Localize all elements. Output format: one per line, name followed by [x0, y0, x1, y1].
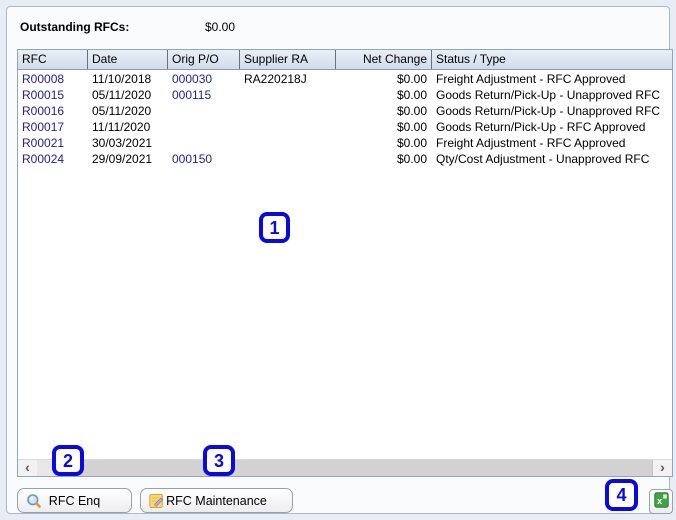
magnifier-icon — [26, 493, 42, 509]
cell-date: 11/11/2020 — [92, 120, 151, 134]
cell-supplier-ra — [240, 151, 336, 167]
callout-marker-4: 4 — [605, 479, 638, 511]
cell-rfc[interactable]: R00017 — [18, 119, 88, 135]
cell-net-change: $0.00 — [396, 88, 427, 102]
cell-orig-po[interactable] — [168, 103, 240, 119]
callout-number: 3 — [213, 450, 224, 471]
table-row[interactable]: R00008 11/10/2018 000030 RA220218J $0.00… — [18, 71, 672, 87]
outstanding-rfcs-panel: Outstanding RFCs: $0.00 RFC Date Orig P/… — [6, 6, 673, 514]
column-header-orig-po[interactable]: Orig P/O — [168, 50, 240, 69]
cell-date: 29/09/2021 — [92, 152, 153, 166]
rfc-table: RFC Date Orig P/O Supplier RA Net Change… — [17, 49, 673, 477]
table-row[interactable]: R00017 11/11/2020 $0.00 Goods Return/Pic… — [18, 119, 672, 135]
cell-orig-po[interactable] — [168, 135, 240, 151]
cell-orig-po[interactable]: 000115 — [168, 87, 240, 103]
rfc-enq-button[interactable]: RFC Enq — [17, 488, 132, 513]
cell-status-type: Qty/Cost Adjustment - Unapproved RFC — [436, 152, 650, 166]
cell-net-change: $0.00 — [396, 136, 427, 150]
cell-supplier-ra — [240, 87, 336, 103]
cell-status-type: Goods Return/Pick-Up - RFC Approved — [436, 120, 646, 134]
cell-date: 11/10/2018 — [92, 72, 152, 86]
table-row[interactable]: R00015 05/11/2020 000115 $0.00 Goods Ret… — [18, 87, 672, 103]
cell-orig-po[interactable]: 000150 — [168, 151, 240, 167]
cell-rfc[interactable]: R00024 — [18, 151, 88, 167]
cell-status-type: Freight Adjustment - RFC Approved — [436, 72, 626, 86]
callout-marker-3: 3 — [203, 445, 235, 476]
callout-marker-1: 1 — [259, 212, 290, 243]
cell-rfc[interactable]: R00015 — [18, 87, 88, 103]
column-header-supplier-ra[interactable]: Supplier RA — [240, 50, 336, 69]
callout-number: 4 — [616, 485, 627, 505]
outstanding-rfcs-value: $0.00 — [205, 20, 236, 34]
column-header-net-change[interactable]: Net Change — [336, 50, 432, 69]
horizontal-scrollbar[interactable]: ‹ › — [18, 459, 672, 476]
callout-number: 1 — [269, 217, 280, 238]
column-header-rfc[interactable]: RFC — [18, 50, 88, 69]
cell-rfc[interactable]: R00021 — [18, 135, 88, 151]
cell-supplier-ra — [240, 135, 336, 151]
callout-number: 2 — [62, 450, 73, 471]
cell-status-type: Freight Adjustment - RFC Approved — [436, 136, 626, 150]
rfc-enq-label: RFC Enq — [48, 493, 101, 508]
svg-text:x: x — [657, 496, 662, 506]
outstanding-rfcs-label: Outstanding RFCs: — [20, 20, 130, 34]
callout-marker-2: 2 — [52, 445, 84, 476]
scroll-right-icon[interactable]: › — [653, 460, 672, 476]
excel-icon: x — [653, 492, 669, 511]
column-header-date[interactable]: Date — [88, 50, 168, 69]
cell-supplier-ra: RA220218J — [244, 72, 307, 86]
cell-net-change: $0.00 — [396, 120, 427, 134]
table-header-row: RFC Date Orig P/O Supplier RA Net Change… — [18, 50, 672, 70]
export-excel-button[interactable]: x — [649, 489, 673, 514]
rfc-maintenance-label: RFC Maintenance — [166, 493, 267, 508]
cell-net-change: $0.00 — [396, 104, 427, 118]
cell-status-type: Goods Return/Pick-Up - Unapproved RFC — [436, 88, 661, 102]
table-body: R00008 11/10/2018 000030 RA220218J $0.00… — [18, 71, 672, 459]
cell-supplier-ra — [240, 103, 336, 119]
cell-net-change: $0.00 — [396, 152, 427, 166]
cell-rfc[interactable]: R00008 — [18, 71, 88, 87]
cell-net-change: $0.00 — [396, 72, 427, 86]
table-row[interactable]: R00021 30/03/2021 $0.00 Freight Adjustme… — [18, 135, 672, 151]
cell-rfc[interactable]: R00016 — [18, 103, 88, 119]
scrollbar-thumb[interactable] — [55, 460, 653, 476]
cell-date: 05/11/2020 — [92, 104, 152, 118]
table-row[interactable]: R00016 05/11/2020 $0.00 Goods Return/Pic… — [18, 103, 672, 119]
cell-orig-po[interactable] — [168, 119, 240, 135]
rfc-maintenance-button[interactable]: RFC Maintenance — [140, 488, 293, 513]
cell-date: 05/11/2020 — [92, 88, 152, 102]
column-header-status-type[interactable]: Status / Type — [432, 50, 672, 69]
note-pencil-icon — [149, 493, 165, 509]
cell-date: 30/03/2021 — [92, 136, 153, 150]
cell-orig-po[interactable]: 000030 — [168, 71, 240, 87]
cell-status-type: Goods Return/Pick-Up - Unapproved RFC — [436, 104, 661, 118]
cell-supplier-ra — [240, 119, 336, 135]
scroll-left-icon[interactable]: ‹ — [18, 460, 37, 476]
table-row[interactable]: R00024 29/09/2021 000150 $0.00 Qty/Cost … — [18, 151, 672, 167]
